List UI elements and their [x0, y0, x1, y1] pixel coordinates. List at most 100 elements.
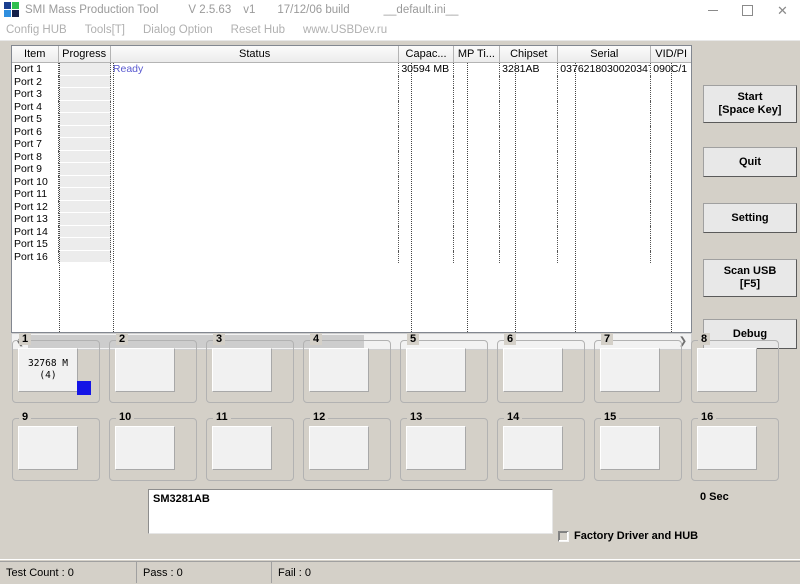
device-slot-capacity: 32768 M [27, 358, 69, 369]
device-slot-count: (4) [39, 370, 57, 381]
status-bar: Test Count : 0 Pass : 0 Fail : 0 [0, 559, 800, 584]
cell-status [111, 175, 400, 188]
scan-usb-button[interactable]: Scan USB [F5] [703, 259, 797, 297]
cell-progress [58, 125, 111, 138]
cell-serial [558, 125, 652, 138]
device-slot[interactable]: 11 [206, 411, 294, 481]
cell-item: Port 9 [12, 163, 59, 176]
device-slot[interactable]: 6 [497, 333, 585, 403]
device-slot[interactable]: 14 [497, 411, 585, 481]
device-slot[interactable]: 7 [594, 333, 682, 403]
cell-status [111, 88, 400, 101]
device-slot[interactable]: 5 [400, 333, 488, 403]
start-button-label: Start [737, 91, 763, 103]
device-slot[interactable]: 13 [400, 411, 488, 481]
menu-item-tools[interactable]: Tools[T] [85, 24, 125, 36]
cell-status [111, 163, 400, 176]
device-slot-display [697, 348, 757, 392]
cell-progress [58, 238, 111, 251]
maximize-button[interactable] [730, 0, 765, 20]
cell-progress [58, 188, 111, 201]
device-slot[interactable]: 16 [691, 411, 779, 481]
device-slot-display [406, 348, 466, 392]
column-header-vidpid[interactable]: VID/PI [651, 46, 691, 62]
cell-status [111, 100, 400, 113]
window-config-file: __default.ini__ [383, 4, 459, 16]
cell-mp_time [454, 63, 501, 76]
scan-usb-button-shortcut: [F5] [739, 278, 761, 290]
close-button[interactable]: ✕ [765, 0, 800, 20]
device-slot-number: 3 [213, 333, 226, 345]
cell-status [111, 125, 400, 138]
cell-capacity [399, 88, 454, 101]
device-slot-number: 13 [407, 411, 426, 423]
device-slot[interactable]: 9 [12, 411, 100, 481]
device-slot-display [18, 426, 78, 470]
cell-progress [58, 213, 111, 226]
cell-chipset [500, 200, 559, 213]
menu-item-reset-hub[interactable]: Reset Hub [231, 24, 285, 36]
column-header-progress[interactable]: Progress [58, 46, 111, 62]
close-icon: ✕ [777, 2, 788, 18]
cell-chipset [500, 238, 559, 251]
column-header-mp_time[interactable]: MP Ti... [453, 46, 501, 62]
cell-capacity [399, 250, 454, 263]
setting-button-label: Setting [731, 211, 769, 224]
cell-capacity [399, 150, 454, 163]
cell-chipset [500, 225, 559, 238]
device-slot[interactable]: 10 [109, 411, 197, 481]
device-slot[interactable]: 4 [303, 333, 391, 403]
device-slot-display [309, 348, 369, 392]
cell-item: Port 13 [12, 213, 59, 226]
column-header-capacity[interactable]: Capac... [399, 46, 454, 62]
cell-capacity [399, 125, 454, 138]
device-slot-display [406, 426, 466, 470]
device-slot[interactable]: 15 [594, 411, 682, 481]
cell-status [111, 238, 400, 251]
cell-item: Port 3 [12, 88, 59, 101]
device-slot[interactable]: 1 32768 M (4) [12, 333, 100, 403]
device-slot[interactable]: 3 [206, 333, 294, 403]
action-buttons: Start [Space Key] Quit Setting Scan USB … [703, 85, 797, 349]
menu-item-usbdev-link[interactable]: www.USBDev.ru [303, 24, 387, 36]
column-header-chipset[interactable]: Chipset [500, 46, 559, 62]
device-slot-number: 5 [407, 333, 420, 345]
cell-progress [58, 75, 111, 88]
cell-capacity [399, 113, 454, 126]
column-divider [59, 63, 60, 332]
cell-item: Port 8 [12, 150, 59, 163]
menu-item-config-hub[interactable]: Config HUB [6, 24, 67, 36]
start-button[interactable]: Start [Space Key] [703, 85, 797, 123]
column-header-status[interactable]: Status [110, 46, 400, 62]
cell-capacity [399, 138, 454, 151]
menu-item-dialog-option[interactable]: Dialog Option [143, 24, 213, 36]
log-textbox[interactable]: SM3281AB [148, 489, 553, 534]
device-slot[interactable]: 8 [691, 333, 779, 403]
cell-serial [558, 113, 652, 126]
cell-progress [58, 113, 111, 126]
cell-item: Port 1 [12, 63, 59, 76]
factory-driver-checkbox-row[interactable]: Factory Driver and HUB [558, 530, 698, 542]
setting-button[interactable]: Setting [703, 203, 797, 233]
port-list-view[interactable]: Item Progress Status Capac... MP Ti... Chipse… [11, 45, 692, 333]
window-version: V 2.5.63 [188, 4, 232, 16]
cell-status [111, 150, 400, 163]
device-slot-number: 15 [601, 411, 620, 423]
cell-chipset: 3281AB [500, 63, 559, 76]
cell-chipset [500, 175, 559, 188]
quit-button[interactable]: Quit [703, 147, 797, 177]
cell-capacity [399, 75, 454, 88]
cell-chipset [500, 75, 559, 88]
cell-capacity [399, 175, 454, 188]
cell-capacity: 30594 MB [399, 63, 454, 76]
device-slot[interactable]: 2 [109, 333, 197, 403]
cell-status [111, 188, 400, 201]
device-slot-number: 6 [504, 333, 517, 345]
minimize-button[interactable] [695, 0, 730, 20]
column-header-serial[interactable]: Serial [558, 46, 652, 62]
column-header-item[interactable]: Item [12, 46, 59, 62]
factory-driver-checkbox[interactable] [558, 530, 569, 542]
smi-app-icon [4, 2, 20, 18]
device-slot-number: 1 [19, 333, 32, 345]
device-slot[interactable]: 12 [303, 411, 391, 481]
